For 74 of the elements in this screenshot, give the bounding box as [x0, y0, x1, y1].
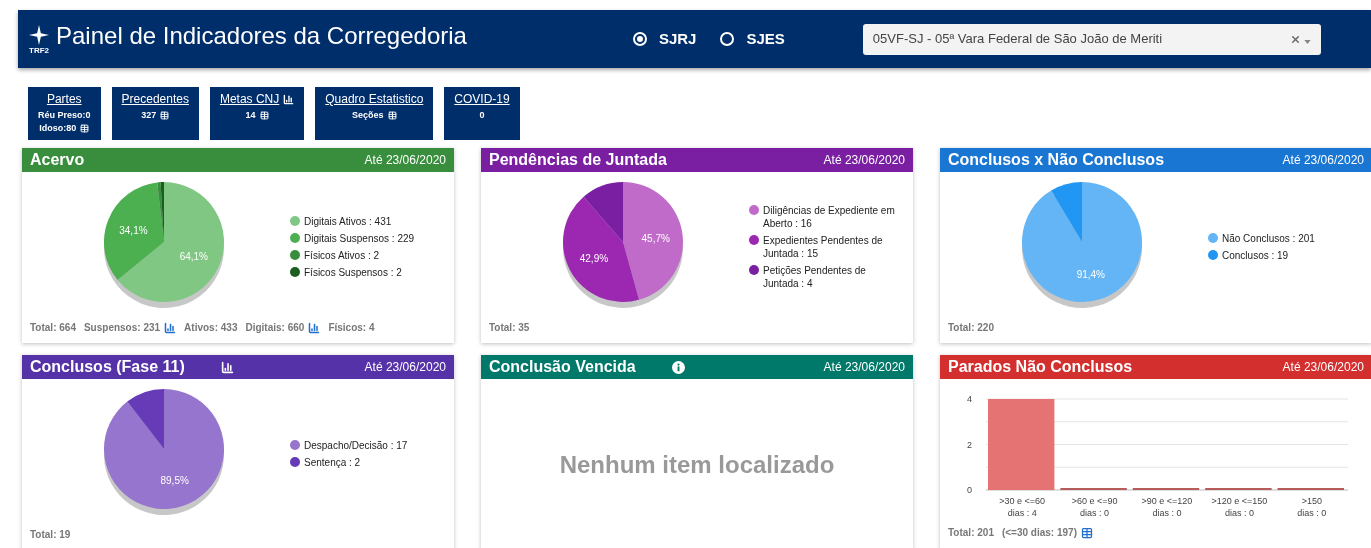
radio-label[interactable]: SJRJ: [658, 27, 697, 51]
unit-select[interactable]: 05VF-SJ - 05ª Vara Federal de São João de Meriti: [862, 23, 1321, 55]
tile-link[interactable]: Metas CNJ: [219, 90, 280, 108]
panel-date: Até 23/06/2020: [823, 152, 905, 169]
legend-label: Não Conclusos : 201: [1222, 232, 1315, 245]
legend-label: Diligências de Expediente em Aberto : 16: [763, 204, 896, 230]
tile-link[interactable]: COVID-19: [454, 90, 510, 108]
legend-label: Digitais Suspensos : 229: [304, 232, 415, 245]
slice-label: 34,1%: [119, 224, 148, 236]
slice-label: 45,7%: [641, 232, 670, 244]
radio-label[interactable]: SJES: [746, 27, 785, 51]
panel-title: Conclusão Vencida: [489, 357, 636, 377]
legend-label: Petições Pendentes de Juntada : 4: [763, 264, 867, 290]
footer-stat: (<=30 dias: 197): [1001, 526, 1077, 540]
summary-tile[interactable]: Metas CNJ 14: [209, 87, 305, 140]
legend-label: Expedientes Pendentes de Juntada : 15: [763, 234, 884, 260]
panel-title: Acervo: [30, 150, 85, 170]
caret-icon[interactable]: [1303, 40, 1311, 44]
tile-link[interactable]: Precedentes: [121, 90, 189, 108]
tile-value: Idoso:80: [39, 123, 77, 134]
tile-value: Seções: [352, 110, 384, 121]
summary-tile[interactable]: COVID-19 0: [444, 87, 520, 140]
footer-stat: Total: 19: [30, 528, 71, 542]
summary-tile[interactable]: Precedentes 327: [111, 87, 199, 140]
footer-stat: Total: 664: [30, 321, 76, 335]
tile-value: 0: [479, 110, 485, 121]
tile-value: Réu Preso:0: [38, 110, 91, 121]
axis-tick-label: 0: [967, 485, 972, 495]
slice-label: 64,1%: [179, 251, 208, 263]
panel-date: Até 23/06/2020: [1282, 152, 1364, 169]
legend-label: Físicos Ativos : 2: [304, 249, 380, 262]
app-title: Painel de Indicadores da Corregedoria: [56, 21, 467, 51]
axis-tick-label: 2: [967, 439, 972, 450]
legend-label: Despacho/Decisão : 17: [304, 439, 408, 452]
tile-value: 14: [245, 110, 256, 121]
panel-date: Até 23/06/2020: [823, 359, 905, 376]
panel-title: Conclusos x Não Conclusos: [948, 150, 1165, 170]
clear-icon[interactable]: [1289, 33, 1301, 45]
slice-label: 91,4%: [1076, 268, 1105, 280]
axis-category-label: >90 e <=120 dias : 0: [1140, 495, 1194, 519]
summary-tile[interactable]: Partes Réu Preso:0 Idoso:80: [28, 87, 101, 140]
panel-title: Conclusos (Fase 11): [30, 357, 185, 377]
tile-link[interactable]: Partes: [46, 90, 82, 108]
axis-tick-label: 4: [967, 394, 972, 404]
legend-label: Físicos Suspensos : 2: [304, 266, 402, 279]
info-icon[interactable]: [671, 360, 685, 374]
radio-button[interactable]: [720, 32, 735, 46]
summary-tile[interactable]: Quadro Estatistico Seções: [315, 87, 434, 140]
legend-label: Sentença : 2: [304, 456, 361, 469]
axis-category-label: >60 e <=90 dias : 0: [1070, 495, 1119, 519]
footer-stat: Ativos: 433: [184, 321, 238, 335]
logo-text: TRF2: [29, 45, 49, 55]
panel-date: Até 23/06/2020: [364, 359, 446, 376]
footer-stat: Total: 35: [489, 321, 530, 335]
legend-label: Conclusos : 19: [1222, 249, 1289, 262]
axis-category-label: >150 dias : 0: [1296, 495, 1328, 519]
panel-title: Pendências de Juntada: [489, 150, 667, 170]
tile-link[interactable]: Quadro Estatistico: [325, 90, 424, 108]
slice-label: 42,9%: [579, 252, 609, 264]
legend-label: Digitais Ativos : 431: [304, 215, 392, 228]
radio-button[interactable]: [632, 32, 647, 46]
axis-category-label: >120 e <=150 dias : 0: [1210, 495, 1269, 519]
footer-stat: Total: 201: [948, 526, 994, 540]
footer-stat: Suspensos: 231: [83, 321, 161, 335]
slice-label: 89,5%: [160, 475, 189, 487]
panel-date: Até 23/06/2020: [1282, 359, 1364, 376]
panel-title: Parados Não Conclusos: [948, 357, 1133, 377]
empty-message: Nenhum item localizado: [559, 449, 835, 480]
tile-value: 327: [141, 110, 157, 121]
axis-category-label: >30 e <=60 dias : 4: [998, 495, 1047, 519]
footer-stat: Físicos: 4: [328, 321, 375, 335]
footer-stat: Digitais: 660: [245, 321, 305, 335]
footer-stat: Total: 220: [948, 321, 994, 335]
panel-date: Até 23/06/2020: [364, 152, 446, 169]
